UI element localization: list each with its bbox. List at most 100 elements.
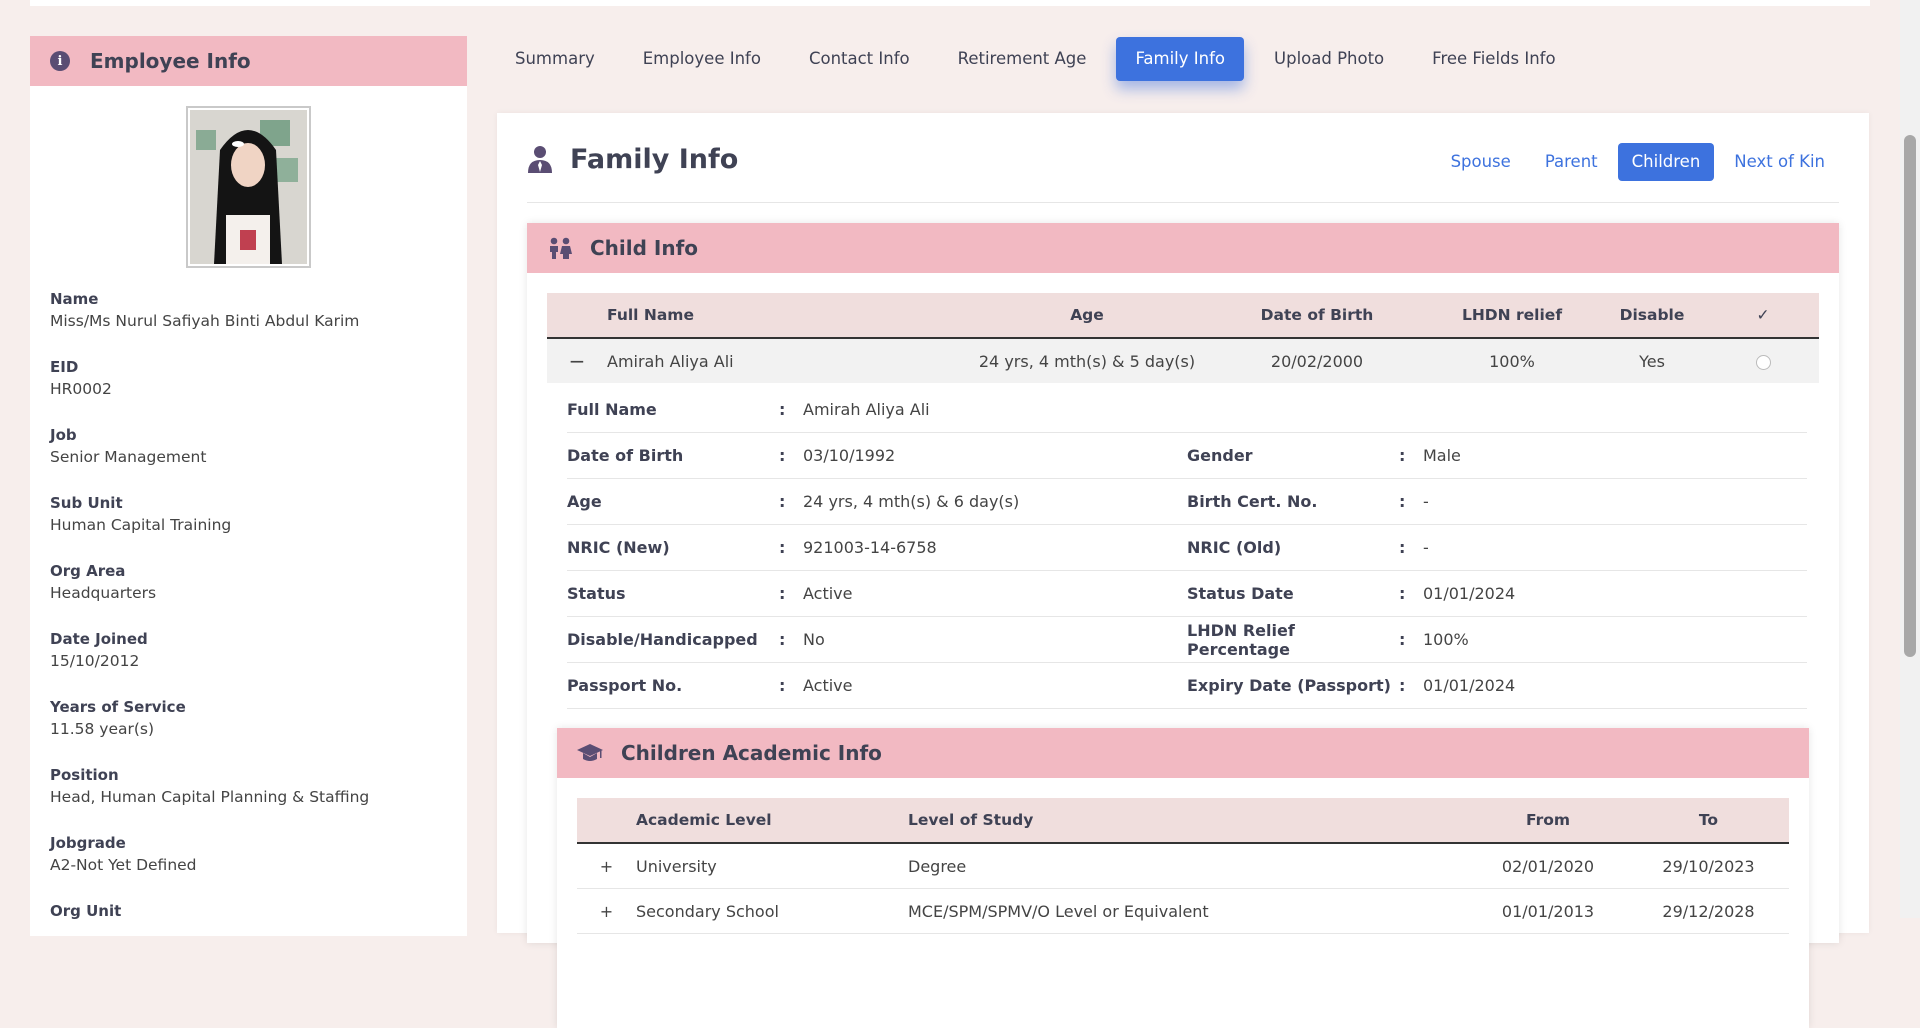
scrollbar[interactable] [1900, 0, 1920, 918]
detail-value: Active [803, 584, 853, 603]
detail-row: Disable/Handicapped: No LHDN Relief Percen… [567, 617, 1807, 663]
detail-label: Age [567, 492, 602, 511]
field-label: Name [50, 290, 99, 308]
academic-info-card: Children Academic Info Academic Level Le… [557, 728, 1809, 1028]
field-value: Human Capital Training [50, 516, 232, 534]
field-label: Org Unit [50, 902, 122, 920]
expand-button[interactable]: + [577, 888, 636, 934]
disable-header: Disable [1597, 293, 1707, 339]
scrollbar-thumb[interactable] [1904, 135, 1916, 657]
employee-field: Years of Service 11.58 year(s) [50, 697, 450, 765]
field-value: Senior Management [50, 448, 207, 466]
academic-table: Academic Level Level of Study From To + U… [577, 798, 1789, 934]
detail-value: 100% [1423, 630, 1469, 649]
detail-colon: : [1399, 538, 1406, 557]
expand-button[interactable]: + [577, 843, 636, 889]
employee-field: Date Joined 15/10/2012 [50, 629, 450, 697]
age-header: Age [967, 293, 1207, 339]
field-value: A2-Not Yet Defined [50, 856, 197, 874]
employee-field: Position Head, Human Capital Planning & S… [50, 765, 450, 833]
detail-colon: : [1399, 584, 1406, 603]
toggle-column-header [577, 798, 636, 844]
detail-label: Birth Cert. No. [1187, 492, 1318, 511]
tab-upload-photo[interactable]: Upload Photo [1256, 37, 1402, 81]
detail-value: 01/01/2024 [1423, 676, 1516, 695]
detail-label: Gender [1187, 446, 1253, 465]
child-age: 24 yrs, 4 mth(s) & 5 day(s) [967, 338, 1207, 383]
to-date: 29/12/2028 [1628, 888, 1789, 934]
detail-row: NRIC (New):921003-14-6758 NRIC (Old): - [567, 525, 1807, 571]
field-label: Jobgrade [50, 834, 126, 852]
detail-colon: : [1399, 630, 1406, 649]
field-label: Position [50, 766, 119, 784]
field-value: Miss/Ms Nurul Safiyah Binti Abdul Karim [50, 312, 360, 330]
detail-colon: : [1399, 492, 1406, 511]
detail-label: Full Name [567, 400, 657, 419]
detail-label: Date of Birth [567, 446, 684, 465]
academic-level: Secondary School [636, 888, 908, 934]
child-full-name: Amirah Aliya Ali [607, 338, 967, 383]
employee-info-header: i Employee Info [30, 36, 467, 86]
detail-colon: : [1399, 446, 1406, 465]
academic-info-header: Children Academic Info [557, 728, 1809, 778]
level-of-study-header: Level of Study [908, 798, 1468, 844]
table-row[interactable]: − Amirah Aliya Ali 24 yrs, 4 mth(s) & 5 … [547, 338, 1819, 383]
detail-colon: : [779, 400, 786, 419]
field-label: EID [50, 358, 79, 376]
family-info-header: Family Info Spouse Parent Children Next of … [527, 113, 1839, 203]
detail-value: 24 yrs, 4 mth(s) & 6 day(s) [803, 492, 1020, 511]
detail-colon: : [779, 676, 786, 695]
detail-value: 01/01/2024 [1423, 584, 1516, 603]
from-date: 01/01/2013 [1468, 888, 1628, 934]
page-title: Family Info [570, 144, 739, 175]
employee-info-card: i Employee Info Name Miss/Ms Nurul Safiya… [30, 36, 467, 936]
detail-label: Status [567, 584, 626, 603]
tab-summary[interactable]: Summary [497, 37, 613, 81]
detail-label: Disable/Handicapped [567, 630, 758, 649]
detail-label: Passport No. [567, 676, 683, 695]
select-radio-cell [1707, 338, 1819, 383]
academic-info-title: Children Academic Info [621, 741, 882, 765]
collapse-button[interactable]: − [547, 338, 607, 383]
employee-field: Sub Unit Human Capital Training [50, 493, 450, 561]
detail-label: Expiry Date (Passport) [1187, 676, 1391, 695]
subtab-next-of-kin[interactable]: Next of Kin [1720, 143, 1839, 181]
table-row[interactable]: + Secondary School MCE/SPM/SPMV/O Level or… [577, 888, 1789, 934]
detail-colon: : [779, 492, 786, 511]
top-bar [30, 0, 1870, 6]
field-value: 15/10/2012 [50, 652, 140, 670]
tab-retirement-age[interactable]: Retirement Age [940, 37, 1105, 81]
table-row[interactable]: + University Degree 02/01/2020 29/10/2023 [577, 843, 1789, 889]
field-label: Years of Service [50, 698, 186, 716]
child-detail-grid: Full Name: Amirah Aliya Ali Date of Birth:… [567, 387, 1807, 709]
graduation-cap-icon [577, 744, 603, 761]
detail-colon: : [779, 584, 786, 603]
detail-colon: : [779, 538, 786, 557]
detail-value: Active [803, 676, 853, 695]
detail-value: Amirah Aliya Ali [803, 400, 930, 419]
main-tabs: Summary Employee Info Contact Info Retireme… [497, 36, 1586, 82]
detail-colon: : [779, 446, 786, 465]
from-header: From [1468, 798, 1628, 844]
detail-colon: : [779, 630, 786, 649]
tab-employee-info[interactable]: Employee Info [625, 37, 779, 81]
employee-field: Org Unit [50, 901, 450, 969]
detail-value: Male [1423, 446, 1461, 465]
detail-row: Age:24 yrs, 4 mth(s) & 6 day(s) Birth Cer… [567, 479, 1807, 525]
level-of-study: Degree [908, 843, 1468, 889]
child-info-header: Child Info [527, 223, 1839, 273]
tab-contact-info[interactable]: Contact Info [791, 37, 928, 81]
subtab-parent[interactable]: Parent [1531, 143, 1612, 181]
detail-value: - [1423, 538, 1429, 557]
detail-row: Status: Active Status Date:01/01/2024 [567, 571, 1807, 617]
select-radio[interactable] [1755, 354, 1771, 370]
to-header: To [1628, 798, 1789, 844]
subtab-children[interactable]: Children [1617, 143, 1715, 181]
tab-free-fields-info[interactable]: Free Fields Info [1414, 37, 1573, 81]
tab-family-info[interactable]: Family Info [1116, 37, 1245, 81]
subtab-spouse[interactable]: Spouse [1437, 143, 1525, 181]
field-label: Sub Unit [50, 494, 123, 512]
employee-photo [186, 106, 311, 268]
detail-row: Full Name: Amirah Aliya Ali [567, 387, 1807, 433]
academic-table-header: Academic Level Level of Study From To [577, 798, 1789, 844]
